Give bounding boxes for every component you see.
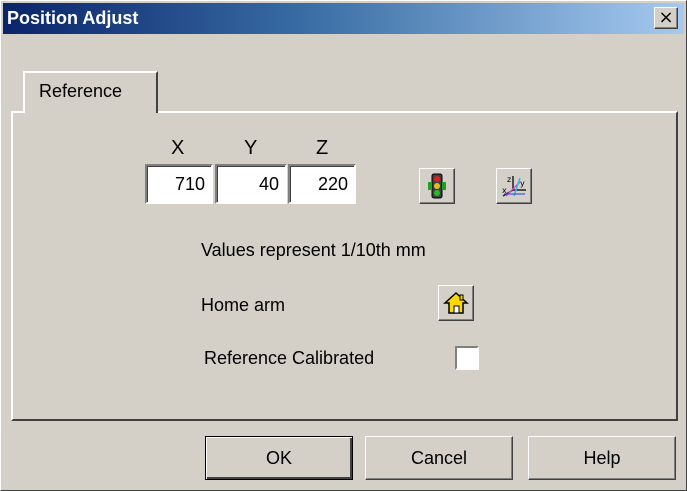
reference-calibrated-label: Reference Calibrated xyxy=(204,348,375,368)
title-bar[interactable]: Position Adjust × xyxy=(3,3,684,34)
svg-text:x: x xyxy=(502,186,507,195)
home-arm-button[interactable] xyxy=(438,285,474,321)
axes-icon: z y x xyxy=(502,175,526,197)
help-button[interactable]: Help xyxy=(528,436,676,480)
z-position-field[interactable]: 220 xyxy=(288,164,356,204)
svg-text:y: y xyxy=(520,179,525,188)
traffic-light-button[interactable] xyxy=(419,168,455,204)
x-position-field[interactable]: 710 xyxy=(145,164,213,204)
tab-reference-label: Reference xyxy=(39,81,123,101)
close-icon: × xyxy=(658,7,674,28)
svg-text:z: z xyxy=(507,175,511,184)
home-arm-label: Home arm xyxy=(201,295,286,315)
home-icon xyxy=(443,291,469,314)
position-adjust-dialog: Position Adjust × Reference X Y Z 710 40… xyxy=(0,0,687,491)
reference-calibrated-checkbox[interactable] xyxy=(455,346,479,370)
reference-panel xyxy=(11,111,678,421)
tab-reference[interactable]: Reference xyxy=(23,71,158,113)
units-note: Values represent 1/10th mm xyxy=(201,240,426,260)
close-button[interactable]: × xyxy=(654,7,678,29)
window-title: Position Adjust xyxy=(7,8,139,28)
cancel-button[interactable]: Cancel xyxy=(365,436,513,480)
y-position-field[interactable]: 40 xyxy=(215,164,287,204)
ok-button[interactable]: OK xyxy=(205,436,353,480)
axes-button[interactable]: z y x xyxy=(496,168,532,204)
traffic-light-icon xyxy=(428,173,446,199)
